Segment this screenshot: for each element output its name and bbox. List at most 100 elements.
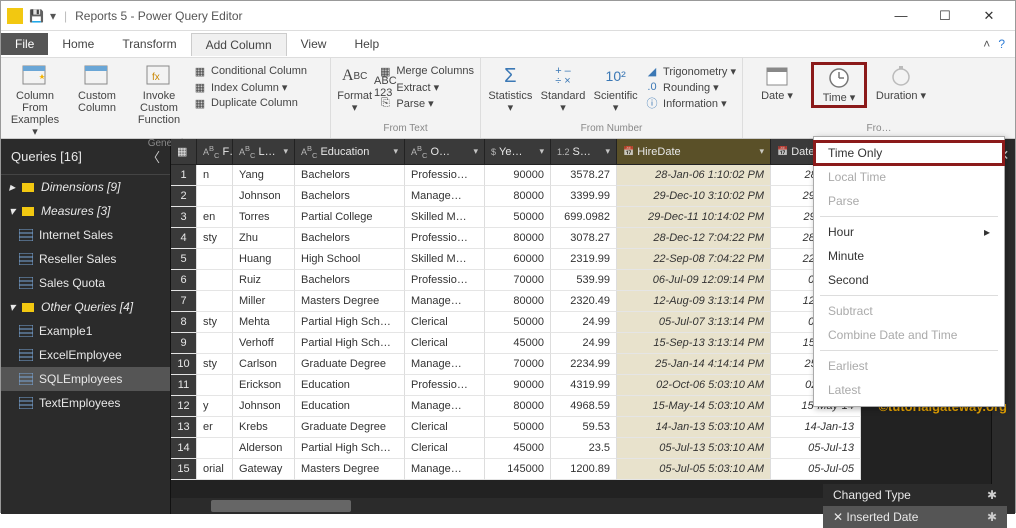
row-number[interactable]: 13 xyxy=(171,417,197,438)
folder-dimensions[interactable]: ▸Dimensions [9] xyxy=(1,175,170,199)
cell[interactable]: 05-Jul-05 xyxy=(771,459,861,480)
query-text-employees[interactable]: TextEmployees xyxy=(1,391,170,415)
cell[interactable]: 699.0982 xyxy=(551,207,617,228)
row-number[interactable]: 2 xyxy=(171,186,197,207)
cell[interactable]: Manage… xyxy=(405,186,485,207)
gear-icon[interactable]: ✱ xyxy=(987,510,997,524)
cell[interactable]: Professio… xyxy=(405,165,485,186)
row-number[interactable]: 3 xyxy=(171,207,197,228)
cell[interactable] xyxy=(197,375,233,396)
query-example1[interactable]: Example1 xyxy=(1,319,170,343)
row-number[interactable]: 7 xyxy=(171,291,197,312)
cell[interactable]: 80000 xyxy=(485,396,551,417)
row-number[interactable]: 9 xyxy=(171,333,197,354)
cell[interactable]: 23.5 xyxy=(551,438,617,459)
row-number[interactable]: 4 xyxy=(171,228,197,249)
cell[interactable]: 25-Jan-14 4:14:14 PM xyxy=(617,354,771,375)
cell[interactable]: 3078.27 xyxy=(551,228,617,249)
query-sql-employees[interactable]: SQLEmployees xyxy=(1,367,170,391)
cell[interactable]: Zhu xyxy=(233,228,295,249)
cell[interactable] xyxy=(197,186,233,207)
column-header[interactable]: $ Ye…▾ xyxy=(485,139,551,165)
menu-view[interactable]: View xyxy=(287,33,341,55)
cell[interactable]: 80000 xyxy=(485,186,551,207)
cell[interactable]: 05-Jul-13 5:03:10 AM xyxy=(617,438,771,459)
cell[interactable]: 22-Sep-08 7:04:22 PM xyxy=(617,249,771,270)
row-number[interactable]: 14 xyxy=(171,438,197,459)
cell[interactable]: 60000 xyxy=(485,249,551,270)
column-header[interactable]: ABC L…▾ xyxy=(233,139,295,165)
cell[interactable]: 90000 xyxy=(485,375,551,396)
cell[interactable]: 12-Aug-09 3:13:14 PM xyxy=(617,291,771,312)
cell[interactable]: High School xyxy=(295,249,405,270)
cell[interactable]: 539.99 xyxy=(551,270,617,291)
cell[interactable]: Ruiz xyxy=(233,270,295,291)
cell[interactable] xyxy=(197,291,233,312)
cell[interactable]: 50000 xyxy=(485,417,551,438)
cell[interactable]: 1200.89 xyxy=(551,459,617,480)
cell[interactable]: Masters Degree xyxy=(295,291,405,312)
cell[interactable]: 59.53 xyxy=(551,417,617,438)
latest-item[interactable]: Latest xyxy=(814,378,1004,402)
menu-file[interactable]: File xyxy=(1,33,48,55)
cell[interactable]: Manage… xyxy=(405,459,485,480)
cell[interactable]: 80000 xyxy=(485,291,551,312)
cell[interactable]: 05-Jul-13 xyxy=(771,438,861,459)
cell[interactable]: Professio… xyxy=(405,270,485,291)
rounding-button[interactable]: .0Rounding ▾ xyxy=(645,80,736,94)
cell[interactable]: Manage… xyxy=(405,291,485,312)
row-number[interactable]: 10 xyxy=(171,354,197,375)
subtract-item[interactable]: Subtract xyxy=(814,299,1004,323)
cell[interactable]: Education xyxy=(295,375,405,396)
cell[interactable]: n xyxy=(197,165,233,186)
time-button[interactable]: Time ▾ xyxy=(811,62,867,108)
trigonometry-button[interactable]: ◢Trigonometry ▾ xyxy=(645,64,736,78)
save-icon[interactable]: 💾 xyxy=(29,9,44,23)
cell[interactable]: 145000 xyxy=(485,459,551,480)
cell[interactable]: Gateway xyxy=(233,459,295,480)
folder-measures[interactable]: ▾Measures [3] xyxy=(1,199,170,223)
cell[interactable]: sty xyxy=(197,312,233,333)
menu-transform[interactable]: Transform xyxy=(108,33,190,55)
step-changed-type[interactable]: Changed Type✱ xyxy=(823,484,1007,506)
cell[interactable]: orial xyxy=(197,459,233,480)
cell[interactable]: 28-Jan-06 1:10:02 PM xyxy=(617,165,771,186)
column-header[interactable]: ▦ xyxy=(171,139,197,165)
cell[interactable]: 45000 xyxy=(485,438,551,459)
index-column-button[interactable]: ▦Index Column ▾ xyxy=(193,80,307,94)
menu-help[interactable]: Help xyxy=(340,33,393,55)
custom-column-button[interactable]: Custom Column xyxy=(69,62,125,114)
column-header[interactable]: ABC F…▾ xyxy=(197,139,233,165)
collapse-ribbon-icon[interactable]: ˄ xyxy=(983,37,990,51)
row-number[interactable]: 12 xyxy=(171,396,197,417)
row-number[interactable]: 8 xyxy=(171,312,197,333)
date-button[interactable]: Date ▾ xyxy=(749,62,805,102)
cell[interactable] xyxy=(197,438,233,459)
cell[interactable]: Graduate Degree xyxy=(295,417,405,438)
maximize-button[interactable]: ☐ xyxy=(925,3,965,29)
cell[interactable]: 50000 xyxy=(485,312,551,333)
cell[interactable]: Clerical xyxy=(405,312,485,333)
invoke-custom-function-button[interactable]: fx Invoke Custom Function xyxy=(131,62,187,126)
cell[interactable]: Carlson xyxy=(233,354,295,375)
cell[interactable]: Bachelors xyxy=(295,186,405,207)
column-from-examples-button[interactable]: Column From Examples ▾ xyxy=(7,62,63,138)
cell[interactable]: Torres xyxy=(233,207,295,228)
statistics-button[interactable]: ΣStatistics ▾ xyxy=(487,62,534,114)
cell[interactable]: Partial High Sch… xyxy=(295,333,405,354)
cell[interactable]: 3399.99 xyxy=(551,186,617,207)
cell[interactable]: Education xyxy=(295,396,405,417)
cell[interactable]: Skilled M… xyxy=(405,207,485,228)
cell[interactable]: er xyxy=(197,417,233,438)
cell[interactable]: Huang xyxy=(233,249,295,270)
hour-item[interactable]: Hour▸ xyxy=(814,220,1004,244)
cell[interactable]: Partial College xyxy=(295,207,405,228)
cell[interactable]: 14-Jan-13 5:03:10 AM xyxy=(617,417,771,438)
gear-icon[interactable]: ✱ xyxy=(987,488,997,502)
cell[interactable]: Bachelors xyxy=(295,165,405,186)
cell[interactable]: 70000 xyxy=(485,354,551,375)
cell[interactable]: Clerical xyxy=(405,438,485,459)
cell[interactable]: 2320.49 xyxy=(551,291,617,312)
cell[interactable]: Clerical xyxy=(405,417,485,438)
minimize-button[interactable]: — xyxy=(881,3,921,29)
